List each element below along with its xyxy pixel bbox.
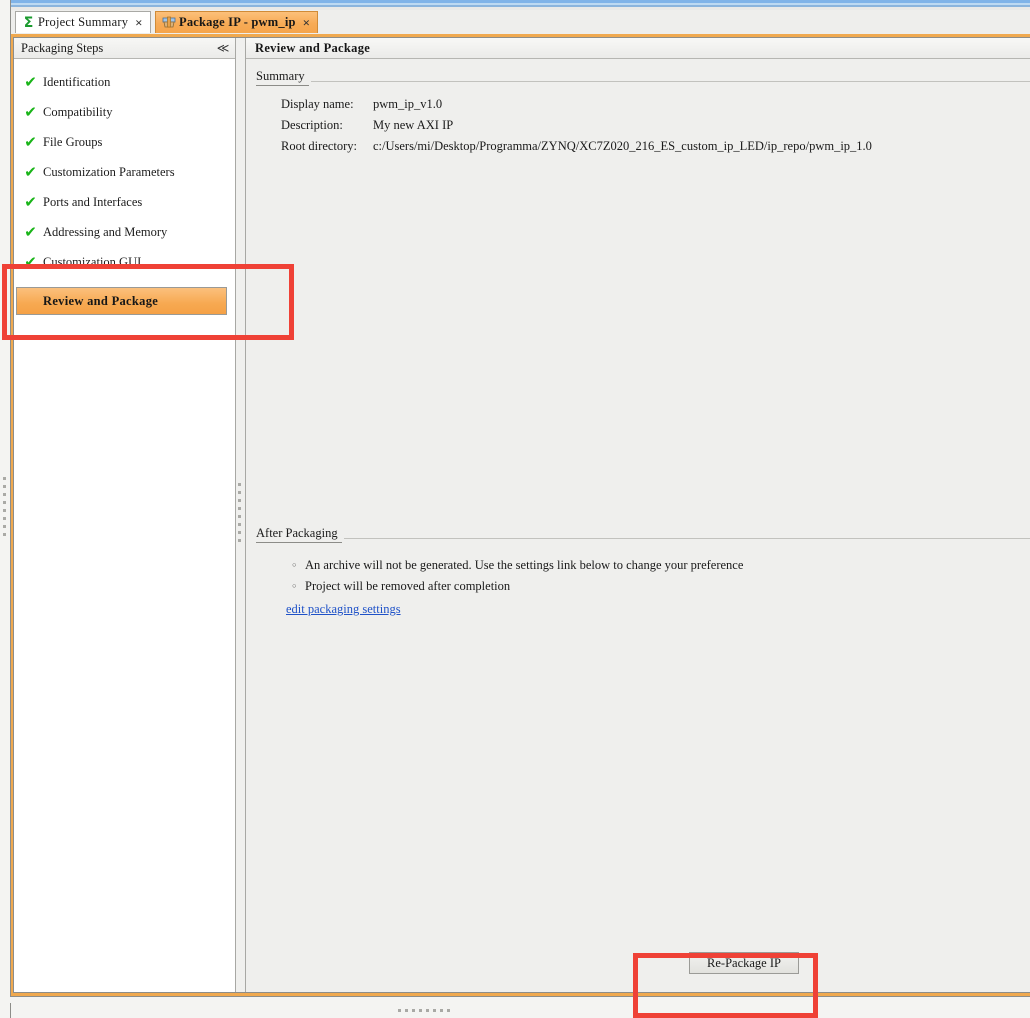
check-icon: ✔: [24, 72, 37, 91]
sidebar-item-review-and-package[interactable]: Review and Package: [16, 287, 227, 315]
after-packaging-section: After Packaging ◦ An archive will not be…: [246, 516, 1030, 618]
summary-value: My new AXI IP: [373, 118, 454, 132]
sidebar-item-compatibility[interactable]: ✔ Compatibility: [14, 97, 235, 127]
sidebar-item-label: Compatibility: [43, 104, 113, 119]
sidebar-item-ports-and-interfaces[interactable]: ✔ Ports and Interfaces: [14, 187, 235, 217]
edit-packaging-settings-link[interactable]: edit packaging settings: [286, 602, 401, 617]
check-icon: ✔: [24, 102, 37, 121]
bottom-splitter-grip-icon[interactable]: [398, 1009, 450, 1012]
sidebar-item-addressing-and-memory[interactable]: ✔ Addressing and Memory: [14, 217, 235, 247]
sidebar-content-splitter[interactable]: [236, 38, 246, 992]
summary-section-header: Summary: [256, 69, 1030, 86]
packaging-steps-sidebar: Packaging Steps ≪ ✔ Identification ✔ Com…: [14, 38, 236, 992]
sidebar-item-customization-gui[interactable]: ✔ Customization GUI: [14, 247, 235, 277]
re-package-ip-button[interactable]: Re-Package IP: [689, 952, 799, 974]
summary-value: pwm_ip_v1.0: [373, 97, 443, 111]
close-icon[interactable]: ×: [303, 16, 310, 29]
bottom-splitter-bar: [10, 996, 1030, 1003]
sidebar-item-label: Addressing and Memory: [43, 224, 168, 239]
after-packaging-heading: After Packaging: [256, 526, 342, 543]
sidebar-item-label: Customization Parameters: [43, 164, 175, 179]
tab-bar: Σ Project Summary × Package IP - pwm_ip …: [0, 10, 1030, 35]
sidebar-item-label: Ports and Interfaces: [43, 194, 143, 209]
summary-value: c:/Users/mi/Desktop/Programma/ZYNQ/XC7Z0…: [373, 139, 872, 153]
list-item-label: An archive will not be generated. Use th…: [305, 558, 744, 572]
packaging-steps-title: Packaging Steps: [21, 40, 104, 55]
app-window: Σ Project Summary × Package IP - pwm_ip …: [0, 0, 1030, 1018]
summary-key: Display name:: [281, 97, 354, 111]
list-item: ◦ Project will be removed after completi…: [291, 576, 1030, 597]
check-icon: ✔: [24, 132, 37, 151]
package-ip-icon: [162, 16, 176, 29]
tab-project-summary[interactable]: Σ Project Summary ×: [15, 11, 151, 33]
sidebar-item-customization-parameters[interactable]: ✔ Customization Parameters: [14, 157, 235, 187]
splitter-grip-icon: [3, 477, 7, 541]
check-icon: ✔: [24, 252, 37, 271]
summary-row-root-directory: Root directory: c:/Users/mi/Desktop/Prog…: [281, 136, 1030, 157]
tab-project-summary-label: Project Summary: [38, 15, 129, 29]
check-icon: ✔: [24, 222, 37, 241]
summary-key: Root directory:: [281, 139, 358, 153]
summary-row-description: Description: My new AXI IP: [281, 115, 1030, 136]
sidebar-item-label: Customization GUI: [43, 254, 142, 269]
sigma-icon: Σ: [23, 14, 34, 31]
summary-heading: Summary: [256, 69, 309, 86]
list-item: ◦ An archive will not be generated. Use …: [291, 555, 1030, 576]
close-icon[interactable]: ×: [135, 16, 142, 29]
sidebar-item-label: Identification: [43, 74, 111, 89]
packaging-steps-list: ✔ Identification ✔ Compatibility ✔ File …: [14, 59, 235, 315]
splitter-grip-icon: [238, 483, 242, 547]
sidebar-item-file-groups[interactable]: ✔ File Groups: [14, 127, 235, 157]
sidebar-item-label: File Groups: [43, 134, 103, 149]
bullet-icon: ◦: [291, 559, 298, 572]
collapse-panel-icon[interactable]: ≪: [215, 40, 231, 55]
summary-rows: Display name: pwm_ip_v1.0 Description: M…: [281, 94, 1030, 157]
package-ip-panel-inner: Packaging Steps ≪ ✔ Identification ✔ Com…: [13, 37, 1030, 993]
page-title: Review and Package: [246, 38, 1030, 59]
tab-package-ip-label: Package IP - pwm_ip: [179, 15, 296, 29]
left-panel-splitter[interactable]: [0, 0, 11, 1018]
package-ip-panel: Packaging Steps ≪ ✔ Identification ✔ Com…: [10, 34, 1030, 996]
after-packaging-divider: [343, 537, 1030, 539]
tab-package-ip[interactable]: Package IP - pwm_ip ×: [155, 11, 319, 33]
after-packaging-bullets: ◦ An archive will not be generated. Use …: [291, 555, 1030, 597]
packaging-steps-header: Packaging Steps ≪: [14, 38, 235, 59]
sidebar-item-label: Review and Package: [43, 293, 159, 308]
bullet-icon: ◦: [291, 580, 298, 593]
check-icon: ✔: [24, 192, 37, 211]
review-and-package-content: Review and Package Summary Display name:…: [246, 38, 1030, 992]
list-item-label: Project will be removed after completion: [305, 579, 511, 593]
sidebar-item-identification[interactable]: ✔ Identification: [14, 67, 235, 97]
check-icon: ✔: [24, 162, 37, 181]
after-packaging-section-header: After Packaging: [256, 526, 1030, 543]
summary-row-display-name: Display name: pwm_ip_v1.0: [281, 94, 1030, 115]
summary-divider: [310, 80, 1030, 82]
summary-key: Description:: [281, 118, 343, 132]
